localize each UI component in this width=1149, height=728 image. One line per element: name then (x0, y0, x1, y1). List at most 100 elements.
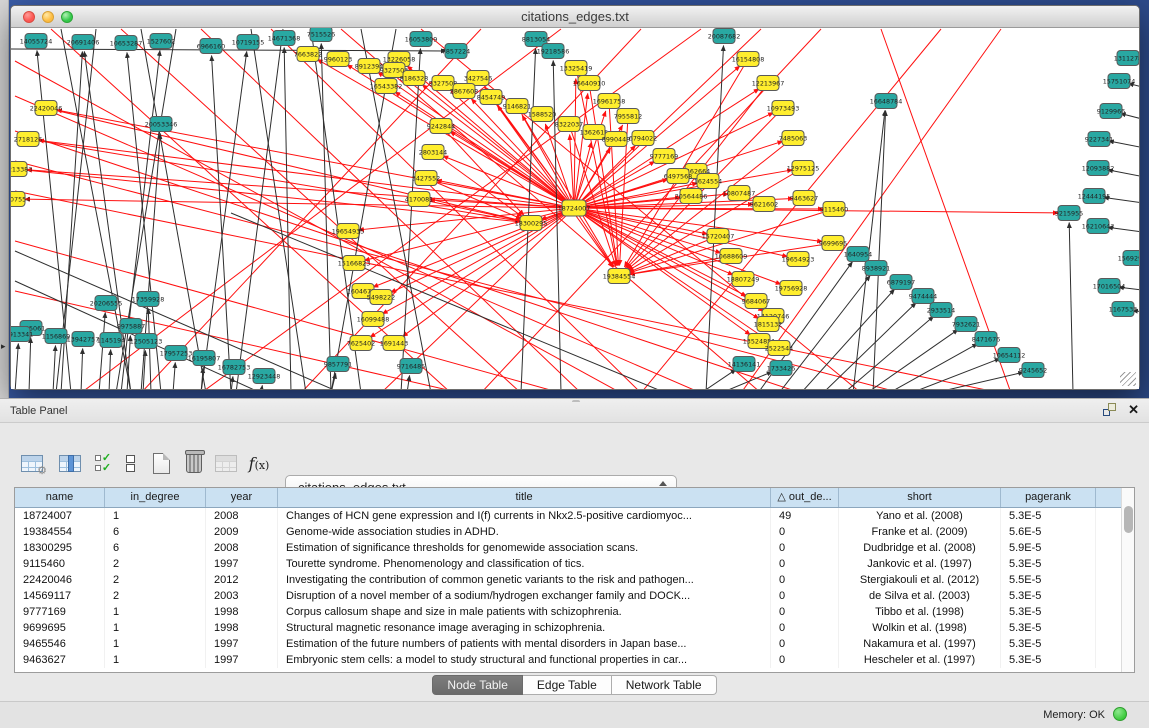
graph-node[interactable]: 8186328 (400, 71, 428, 86)
graph-node[interactable]: 7857224 (442, 44, 470, 59)
graph-node[interactable]: 9716485 (397, 359, 425, 374)
graph-node[interactable]: 1691443 (380, 336, 408, 351)
float-panel-icon[interactable] (1103, 403, 1116, 416)
graph-node[interactable]: 2933514 (927, 303, 955, 318)
column-header-pagerank[interactable]: pagerank (1001, 488, 1096, 507)
graph-node[interactable]: 16961758 (593, 94, 626, 109)
memory-indicator[interactable] (1113, 707, 1127, 721)
graph-edge[interactable] (706, 45, 724, 389)
new-table-icon[interactable] (147, 449, 175, 477)
graph-node[interactable]: 9621602 (750, 197, 778, 212)
graph-edge[interactable] (873, 110, 886, 389)
graph-node[interactable]: 3913341 (11, 327, 33, 342)
graph-node[interactable]: 19654923 (782, 252, 815, 267)
table-mode-icon[interactable]: ⚙ (18, 449, 46, 477)
graph-node[interactable]: 7485063 (779, 131, 807, 146)
table-scrollbar[interactable] (1121, 488, 1134, 672)
graph-node[interactable]: 10654112 (993, 348, 1026, 363)
graph-edge[interactable] (433, 152, 522, 217)
graph-node[interactable]: 9463627 (790, 191, 818, 206)
graph-node[interactable]: 9777169 (650, 149, 678, 164)
network-view-window[interactable]: citations_edges.txt 14055724 20691406 10… (10, 5, 1140, 390)
tab-network-table[interactable]: Network Table (612, 675, 717, 695)
graph-node[interactable]: 22420046 (30, 101, 63, 116)
graph-node[interactable]: 10719155 (232, 35, 265, 50)
graph-node[interactable]: 8454749 (477, 90, 505, 105)
graph-node[interactable]: 10807487 (723, 186, 756, 201)
graph-node[interactable]: 1624554 (694, 174, 722, 189)
table-row[interactable]: 1830029562008Estimation of significance … (15, 540, 1134, 556)
graph-node[interactable]: 12213967 (752, 76, 785, 91)
graph-node[interactable]: 1527602 (147, 34, 175, 49)
graph-node[interactable]: 10653287 (110, 36, 143, 51)
graph-edge[interactable] (407, 375, 410, 389)
graph-node[interactable]: 9115460 (820, 202, 848, 217)
table-row[interactable]: 1872400712008Changes of HCN gene express… (15, 508, 1134, 524)
graph-edge[interactable] (231, 376, 233, 389)
graph-node[interactable]: 2522544 (765, 341, 793, 356)
graph-node[interactable]: 9245652 (1019, 363, 1047, 378)
graph-edge[interactable] (321, 43, 331, 389)
column-header-in_degree[interactable]: in_degree (105, 488, 206, 507)
graph-node[interactable]: 5498222 (367, 290, 395, 305)
tab-node-table[interactable]: Node Table (432, 675, 523, 695)
graph-node[interactable]: 8471676 (972, 332, 1000, 347)
graph-node[interactable]: 19756928 (775, 281, 808, 296)
graph-node[interactable]: 16782753 (218, 360, 251, 375)
graph-node[interactable]: 19384554 (603, 269, 636, 284)
graph-node[interactable]: 7515526 (307, 28, 335, 42)
graph-node[interactable]: 1311278 (1114, 51, 1139, 66)
graph-node[interactable]: 9215955 (1055, 206, 1083, 221)
graph-node[interactable]: 20087682 (708, 29, 741, 44)
graph-edge[interactable] (889, 344, 978, 389)
graph-node[interactable]: 6879197 (887, 275, 915, 290)
function-builder-icon[interactable]: f(x) (245, 449, 273, 477)
table-row[interactable]: 969969511998Structural magnetic resonanc… (15, 620, 1134, 636)
graph-node[interactable]: 9699695 (819, 236, 847, 251)
graph-edge[interactable] (109, 349, 111, 389)
panel-resize-handle[interactable] (572, 400, 580, 405)
table-row[interactable]: 1938455462009Genome-wide association stu… (15, 524, 1134, 540)
graph-node[interactable]: 8990448 (602, 132, 630, 147)
show-column-icon[interactable] (56, 449, 84, 477)
graph-edge[interactable] (16, 169, 521, 222)
table-row[interactable]: 977716911998Corpus callosum shape and si… (15, 604, 1134, 620)
graph-node[interactable]: 9975887 (117, 319, 145, 334)
graph-node[interactable]: 1167533 (1109, 302, 1137, 317)
graph-edge[interactable] (212, 55, 231, 389)
unselect-all-icon[interactable] (116, 449, 144, 477)
column-header-name[interactable]: name (15, 488, 105, 507)
graph-edge[interactable] (141, 133, 160, 389)
graph-node[interactable]: 14136141 (728, 357, 761, 372)
graph-node[interactable]: 14671368 (268, 31, 301, 46)
graph-edge[interactable] (284, 47, 291, 389)
import-table-icon[interactable] (212, 449, 240, 477)
graph-node[interactable]: 16154808 (732, 52, 765, 67)
graph-node[interactable]: 9242844 (427, 119, 455, 134)
graph-node[interactable]: 9129966 (1097, 104, 1125, 119)
graph-node[interactable]: 16648784 (870, 94, 903, 109)
column-header-year[interactable]: year (206, 488, 278, 507)
graph-node[interactable]: 9960123 (324, 52, 352, 67)
collapse-arrow-icon[interactable]: ▸ (1, 341, 6, 352)
scrollbar-thumb[interactable] (1124, 506, 1133, 533)
window-resize-grip[interactable] (1120, 372, 1136, 386)
graph-node[interactable]: 14055724 (20, 34, 53, 49)
graph-edge[interactable] (251, 29, 306, 389)
graph-node[interactable]: 12444195 (1078, 189, 1111, 204)
graph-node[interactable]: 16195807 (188, 351, 221, 366)
graph-node[interactable]: 9684067 (742, 294, 770, 309)
graph-node[interactable]: 15751074 (1103, 74, 1136, 89)
column-header-title[interactable]: title (278, 488, 771, 507)
graph-node[interactable]: 12975125 (787, 161, 820, 176)
graph-edge[interactable] (53, 345, 56, 389)
graph-node[interactable]: 9857791 (324, 357, 352, 372)
graph-edge[interactable] (574, 208, 613, 267)
graph-node[interactable]: 7625402 (347, 336, 375, 351)
graph-node[interactable]: 15692971 (1118, 251, 1139, 266)
graph-node[interactable]: 16543382 (370, 79, 403, 94)
graph-edge[interactable] (261, 385, 262, 389)
graph-node[interactable]: 2718126 (14, 132, 42, 147)
table-row[interactable]: 911546021997Tourette syndrome. Phenomeno… (15, 556, 1134, 572)
graph-node[interactable]: 7932621 (952, 317, 980, 332)
